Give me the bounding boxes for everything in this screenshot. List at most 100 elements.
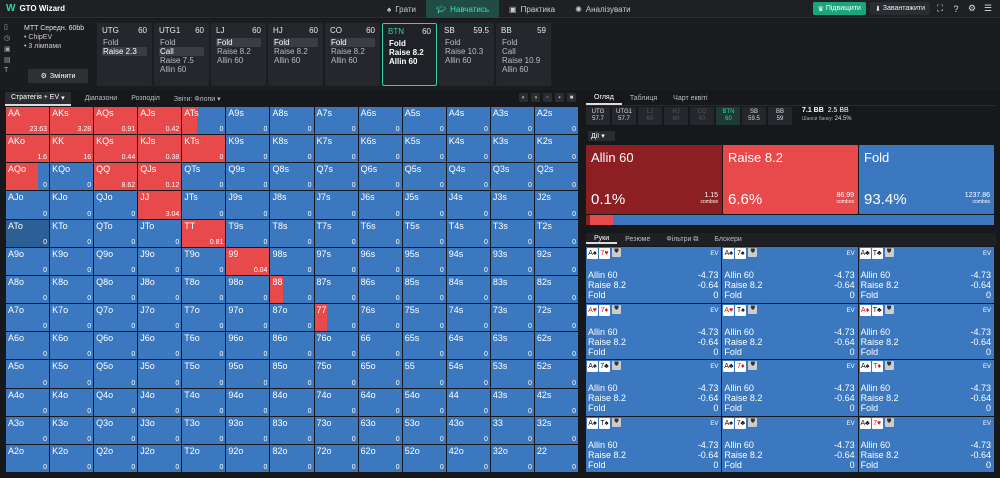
position-action[interactable]: Call [501, 47, 546, 56]
hand-cell[interactable]: JJ 3.04 [138, 191, 182, 219]
hand-combo-card[interactable]: A♥ 7♦ ⛊ EV Allin 60 -4.73 Raise 8.2 -0.64 Fold 0 [586, 303, 722, 359]
hand-cell[interactable]: T5s 0 [402, 219, 446, 247]
hand-cell[interactable]: 65s 0 [402, 332, 446, 360]
hand-cell[interactable]: 53s 0 [490, 360, 534, 388]
hand-cell[interactable]: Q2s 0 [534, 163, 578, 191]
doc-icon[interactable]: ▯ [4, 23, 11, 31]
hand-cell[interactable]: 99 0.04 [226, 247, 270, 275]
settings-gear-icon[interactable]: ⚙ [966, 2, 978, 15]
position-action[interactable]: Fold [444, 38, 489, 47]
position-action[interactable]: Allin 60 [444, 56, 489, 65]
hand-cell[interactable]: KJs 0.38 [138, 135, 182, 163]
position-card-lj[interactable]: LJ 60 Fold Raise 8.2 Allin 60 [211, 23, 266, 86]
position-action[interactable]: Allin 60 [216, 56, 261, 65]
position-action[interactable]: Allin 60 [159, 65, 204, 74]
hand-cell[interactable]: K7s 0 [314, 135, 358, 163]
hand-cell[interactable]: J8s 0 [270, 191, 314, 219]
hand-cell[interactable]: Q6o 0 [94, 332, 138, 360]
save-icon[interactable]: ▣ [4, 45, 11, 53]
hand-cell[interactable]: 74s 0 [446, 304, 490, 332]
hand-cell[interactable]: A7s 0 [314, 107, 358, 135]
hand-cell[interactable]: A6o 0 [6, 332, 50, 360]
nav-tab-analyze[interactable]: ✺ Аналізувати [565, 0, 641, 18]
hand-cell[interactable]: A5o 0 [6, 360, 50, 388]
hand-cell[interactable]: 64s 0 [446, 332, 490, 360]
hand-cell[interactable]: T5o 0 [182, 360, 226, 388]
position-action[interactable]: Raise 10.9 [501, 56, 546, 65]
hand-cell[interactable]: T8s 0 [270, 219, 314, 247]
hand-cell[interactable]: 65o 0 [358, 360, 402, 388]
hand-combo-card[interactable]: A♠ T♦ ⛊ EV Allin 60 -4.73 Raise 8.2 -0.64 Fold 0 [858, 360, 994, 416]
hand-cell[interactable]: 53o 0 [402, 416, 446, 444]
posbar-hj[interactable]: HJ 60 [664, 107, 688, 125]
hand-cell[interactable]: T9o 0 [182, 247, 226, 275]
hand-combo-card[interactable]: A♣ T♣ ⛊ EV Allin 60 -4.73 Raise 8.2 -0.64 Fold 0 [858, 247, 994, 303]
posbar-utg1[interactable]: UTG1 57.7 [612, 107, 636, 125]
clock-icon[interactable]: ◷ [4, 34, 11, 42]
position-action[interactable]: Raise 2.3 [102, 47, 147, 56]
hand-cell[interactable]: 52o 0 [402, 444, 446, 472]
hand-cell[interactable]: J4o 0 [138, 388, 182, 416]
position-action[interactable]: Fold [330, 38, 375, 47]
hand-combo-card[interactable]: A♠ 7♣ ⛊ EV Allin 60 -4.73 Raise 8.2 -0.64 Fold 0 [586, 360, 722, 416]
hand-combo-card[interactable]: A♣ 7♥ ⛊ EV Allin 60 -4.73 Raise 8.2 -0.64 Fold 0 [858, 416, 994, 472]
tab-table[interactable]: Таблиця [622, 91, 665, 105]
colors-icon[interactable]: ◑ [531, 93, 540, 102]
hand-cell[interactable]: K3s 0 [490, 135, 534, 163]
tab-hands[interactable]: Руки [586, 235, 618, 244]
layout-icon[interactable]: ▤ [4, 56, 11, 64]
hand-cell[interactable]: 98o 0 [226, 275, 270, 304]
hand-cell[interactable]: Q8o 0 [94, 275, 138, 304]
hand-cell[interactable]: A5s 0 [402, 107, 446, 135]
hand-cell[interactable]: Q9o 0 [94, 247, 138, 275]
hand-cell[interactable]: AQs 0.91 [94, 107, 138, 135]
hand-cell[interactable]: 95o 0 [226, 360, 270, 388]
view-split-icon[interactable]: ▪ [555, 93, 564, 102]
hand-cell[interactable]: AJs 0.42 [138, 107, 182, 135]
hand-cell[interactable]: ATo 0 [6, 219, 50, 247]
position-action[interactable]: Allin 60 [501, 65, 546, 74]
hand-cell[interactable]: J3o 0 [138, 416, 182, 444]
hand-cell[interactable]: 63o 0 [358, 416, 402, 444]
hand-cell[interactable]: K2s 0 [534, 135, 578, 163]
hand-cell[interactable]: 86s 0 [358, 275, 402, 304]
position-action[interactable]: Allin 60 [330, 56, 375, 65]
hand-cell[interactable]: 32s 0 [534, 416, 578, 444]
hand-cell[interactable]: 43o 0 [446, 416, 490, 444]
position-action[interactable]: Raise 8.2 [388, 48, 431, 57]
hand-cell[interactable]: 42o 0 [446, 444, 490, 472]
position-action[interactable]: Allin 60 [388, 57, 431, 66]
posbar-co[interactable]: CO 60 [690, 107, 714, 125]
hand-cell[interactable]: A7o 0 [6, 304, 50, 332]
hand-combo-card[interactable]: A♠ 7♠ ⛊ EV Allin 60 -4.73 Raise 8.2 -0.64 Fold 0 [722, 247, 858, 303]
position-card-sb[interactable]: SB 59.5 Fold Raise 10.3 Allin 60 [439, 23, 494, 86]
hand-cell[interactable]: 32o 0 [490, 444, 534, 472]
hand-cell[interactable]: T7s 0 [314, 219, 358, 247]
hand-cell[interactable]: 72s 0 [534, 304, 578, 332]
hand-cell[interactable]: A2s 0 [534, 107, 578, 135]
hand-cell[interactable]: 66 0 [358, 332, 402, 360]
hand-cell[interactable]: A4s 0 [446, 107, 490, 135]
hand-cell[interactable]: T9s 0 [226, 219, 270, 247]
hand-cell[interactable]: 54s 0 [446, 360, 490, 388]
fullscreen-icon[interactable]: ⛶ [934, 2, 946, 15]
hand-cell[interactable]: 98s 0 [270, 247, 314, 275]
hand-cell[interactable]: 83o 0 [270, 416, 314, 444]
position-card-btn[interactable]: BTN 60 Fold Raise 8.2 Allin 60 [382, 23, 437, 86]
hand-cell[interactable]: 94o 0 [226, 388, 270, 416]
hand-cell[interactable]: K3o 0 [50, 416, 94, 444]
hand-cell[interactable]: QJs 0.12 [138, 163, 182, 191]
hand-cell[interactable]: A2o 0 [6, 444, 50, 472]
hand-cell[interactable]: 22 0 [534, 444, 578, 472]
position-action[interactable]: Call [159, 47, 204, 56]
hand-cell[interactable]: Q4o 0 [94, 388, 138, 416]
contrast-icon[interactable]: ◐ [519, 93, 528, 102]
position-action[interactable]: Fold [388, 39, 431, 48]
hand-cell[interactable]: 74o 0 [314, 388, 358, 416]
hand-cell[interactable]: J5s 0 [402, 191, 446, 219]
hand-combo-card[interactable]: A♠ 7♣ ⛊ EV Allin 60 -4.73 Raise 8.2 -0.64 Fold 0 [722, 416, 858, 472]
hand-cell[interactable]: 76s 0 [358, 304, 402, 332]
hand-cell[interactable]: K5o 0 [50, 360, 94, 388]
hand-cell[interactable]: A9o 0 [6, 247, 50, 275]
hand-cell[interactable]: 77 0 [314, 304, 358, 332]
